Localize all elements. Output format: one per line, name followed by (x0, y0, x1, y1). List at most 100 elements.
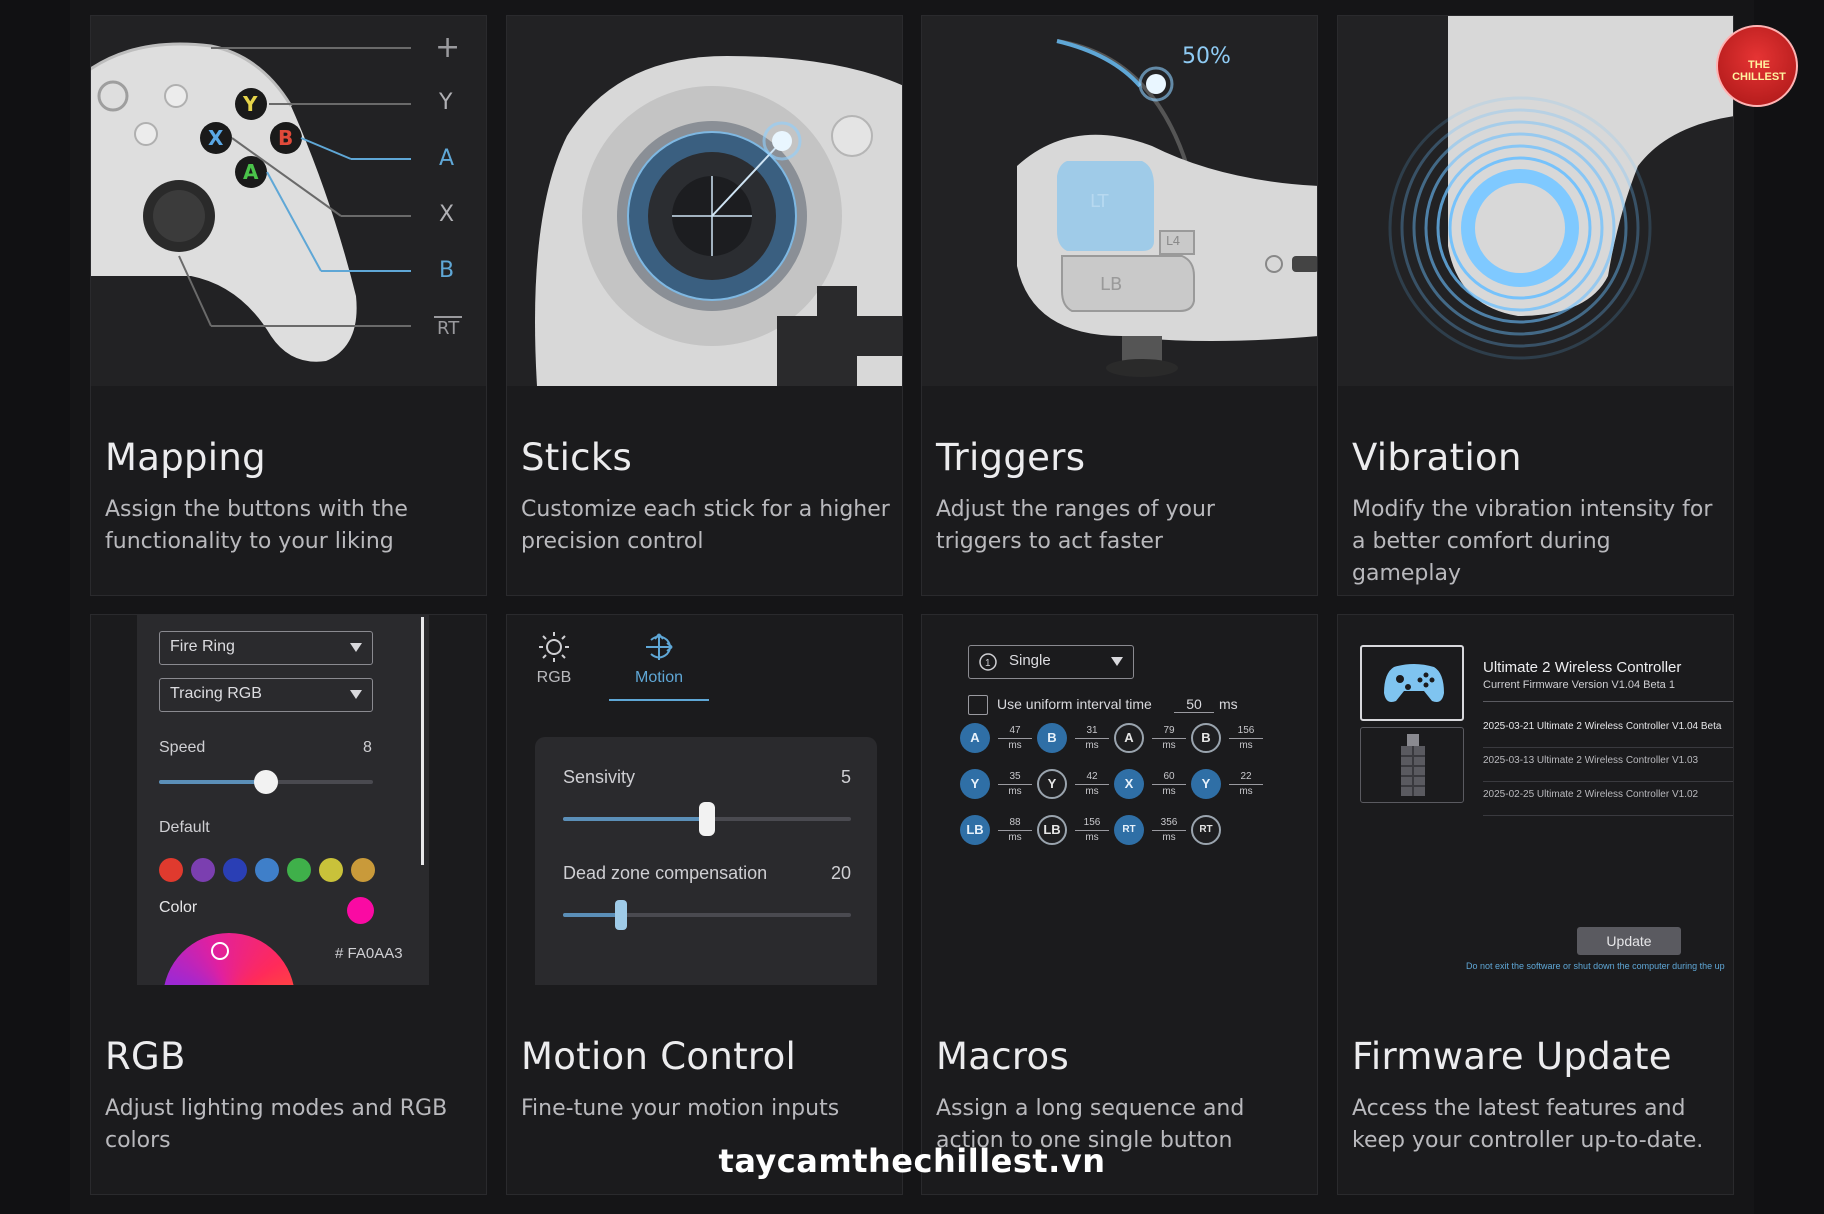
color-hex-value: # FA0AA3 (335, 945, 403, 962)
mapping-art: Y X B A + Y A X B RT (91, 16, 486, 386)
macro-key[interactable]: X (1114, 769, 1144, 799)
speed-slider[interactable] (159, 770, 373, 794)
sensitivity-label: Sensivity (563, 767, 636, 787)
card-macros[interactable]: 1 Single Use uniform interval time 50 ms… (921, 614, 1318, 1195)
macro-delay-unit: ms (1162, 832, 1176, 843)
deadzone-slider[interactable] (563, 900, 851, 930)
macro-key[interactable]: B (1037, 723, 1067, 753)
macro-delay-unit: ms (1162, 786, 1176, 797)
color-swatch[interactable] (191, 858, 215, 882)
macro-key[interactable]: LB (1037, 815, 1067, 845)
tab-rgb[interactable]: RGB (521, 631, 587, 701)
interval-value-input[interactable]: 50 (1174, 696, 1214, 713)
sensitivity-slider-fill (563, 817, 707, 821)
triggers-art: 50% LT L4 LB (922, 16, 1317, 386)
trigger-lt-label: LT (1090, 191, 1109, 212)
macro-delay[interactable]: 156 ms (1229, 724, 1263, 752)
firmware-history-item[interactable]: 2025-03-21 Ultimate 2 Wireless Controlle… (1483, 715, 1733, 748)
macro-key[interactable]: A (1114, 723, 1144, 753)
speed-slider-fill (159, 780, 266, 784)
deadzone-slider-thumb[interactable] (614, 900, 627, 930)
trigger-lb-label: LB (1100, 274, 1123, 295)
macro-key[interactable]: RT (1191, 815, 1221, 845)
macro-delay-unit: ms (1239, 786, 1253, 797)
macro-mode-dropdown[interactable]: 1 Single (968, 645, 1134, 679)
macro-delay-value: 156 (1075, 816, 1109, 831)
color-wheel-picker[interactable] (211, 942, 229, 960)
macro-delay-unit: ms (1008, 832, 1022, 843)
macro-delay-value: 47 (998, 724, 1032, 739)
card-firmware[interactable]: Ultimate 2 Wireless Controller Current F… (1337, 614, 1734, 1195)
rgb-mode-dropdown[interactable]: Fire Ring (159, 631, 373, 665)
macros-panel: 1 Single Use uniform interval time 50 ms… (922, 615, 1317, 985)
macro-delay[interactable]: 31 ms (1075, 724, 1109, 752)
macro-delay-value: 31 (1075, 724, 1109, 739)
card-description: Customize each stick for a higher precis… (521, 497, 890, 554)
mapping-button-x: X (208, 126, 224, 150)
macro-delay[interactable]: 60 ms (1152, 770, 1186, 798)
card-title: Macros (936, 1035, 1070, 1078)
sensitivity-slider[interactable] (563, 802, 851, 836)
color-swatch[interactable] (223, 858, 247, 882)
color-swatch[interactable] (159, 858, 183, 882)
rgb-effect-dropdown[interactable]: Tracing RGB (159, 678, 373, 712)
card-title: Motion Control (521, 1035, 797, 1078)
tab-motion[interactable]: Motion (609, 631, 709, 701)
firmware-history-item[interactable]: 2025-02-25 Ultimate 2 Wireless Controlle… (1483, 783, 1733, 816)
motion-icon (643, 631, 675, 663)
macro-key[interactable]: B (1191, 723, 1221, 753)
update-button-label: Update (1606, 933, 1652, 949)
rgb-mode-value: Fire Ring (170, 638, 235, 655)
sensitivity-slider-thumb[interactable] (699, 802, 715, 836)
macro-delay-unit: ms (1008, 740, 1022, 751)
macro-key[interactable]: Y (1037, 769, 1067, 799)
site-watermark: taycamthechillest.vn (718, 1142, 1106, 1180)
current-color-swatch[interactable] (347, 897, 374, 924)
card-vibration[interactable]: Vibration Modify the vibration intensity… (1337, 15, 1734, 596)
color-swatch[interactable] (287, 858, 311, 882)
macro-delay[interactable]: 42 ms (1075, 770, 1109, 798)
rgb-settings-panel (137, 615, 429, 985)
firmware-divider (1483, 701, 1733, 702)
macro-delay-unit: ms (1162, 740, 1176, 751)
map-label-y: Y (439, 90, 453, 115)
color-swatch[interactable] (255, 858, 279, 882)
macro-delay[interactable]: 35 ms (998, 770, 1032, 798)
macro-delay[interactable]: 88 ms (998, 816, 1032, 844)
macro-delay-unit: ms (1008, 786, 1022, 797)
usb-dongle-icon (1401, 734, 1425, 798)
macro-key[interactable]: Y (960, 769, 990, 799)
macro-key[interactable]: Y (1191, 769, 1221, 799)
color-swatch[interactable] (351, 858, 375, 882)
device-tile-controller[interactable] (1360, 645, 1464, 721)
card-mapping[interactable]: Y X B A + Y A X B RT Mapping Assign the … (90, 15, 487, 596)
macro-delay[interactable]: 156 ms (1075, 816, 1109, 844)
firmware-history-item[interactable]: 2025-03-13 Ultimate 2 Wireless Controlle… (1483, 749, 1733, 782)
brand-logo[interactable]: THE CHILLEST (1716, 25, 1798, 107)
macro-delay-value: 60 (1152, 770, 1186, 785)
card-sticks[interactable]: Sticks Customize each stick for a higher… (506, 15, 903, 596)
macro-key[interactable]: A (960, 723, 990, 753)
card-triggers[interactable]: 50% LT L4 LB Triggers Adjust the ranges … (921, 15, 1318, 596)
speed-value: 8 (363, 739, 372, 756)
macro-delay[interactable]: 79 ms (1152, 724, 1186, 752)
map-label-rt: RT (434, 316, 463, 339)
card-motion[interactable]: RGB Motion Sensivity 5 Dead zone compens… (506, 614, 903, 1195)
map-label-b: B (439, 258, 455, 283)
speed-slider-thumb[interactable] (254, 770, 278, 794)
update-button[interactable]: Update (1577, 927, 1681, 955)
map-label-plus: + (435, 30, 461, 65)
macro-delay[interactable]: 356 ms (1152, 816, 1186, 844)
uniform-interval-checkbox[interactable] (968, 695, 988, 715)
macro-key[interactable]: LB (960, 815, 990, 845)
rgb-scrollbar[interactable] (421, 617, 424, 865)
macro-delay[interactable]: 47 ms (998, 724, 1032, 752)
card-title: RGB (105, 1035, 186, 1078)
card-rgb[interactable]: Fire Ring Tracing RGB Speed 8 Default Co… (90, 614, 487, 1195)
color-swatch[interactable] (319, 858, 343, 882)
device-name: Ultimate 2 Wireless Controller (1483, 659, 1682, 676)
macro-key[interactable]: RT (1114, 815, 1144, 845)
device-tile-dongle[interactable] (1360, 727, 1464, 803)
chevron-down-icon (350, 690, 362, 699)
macro-delay[interactable]: 22 ms (1229, 770, 1263, 798)
